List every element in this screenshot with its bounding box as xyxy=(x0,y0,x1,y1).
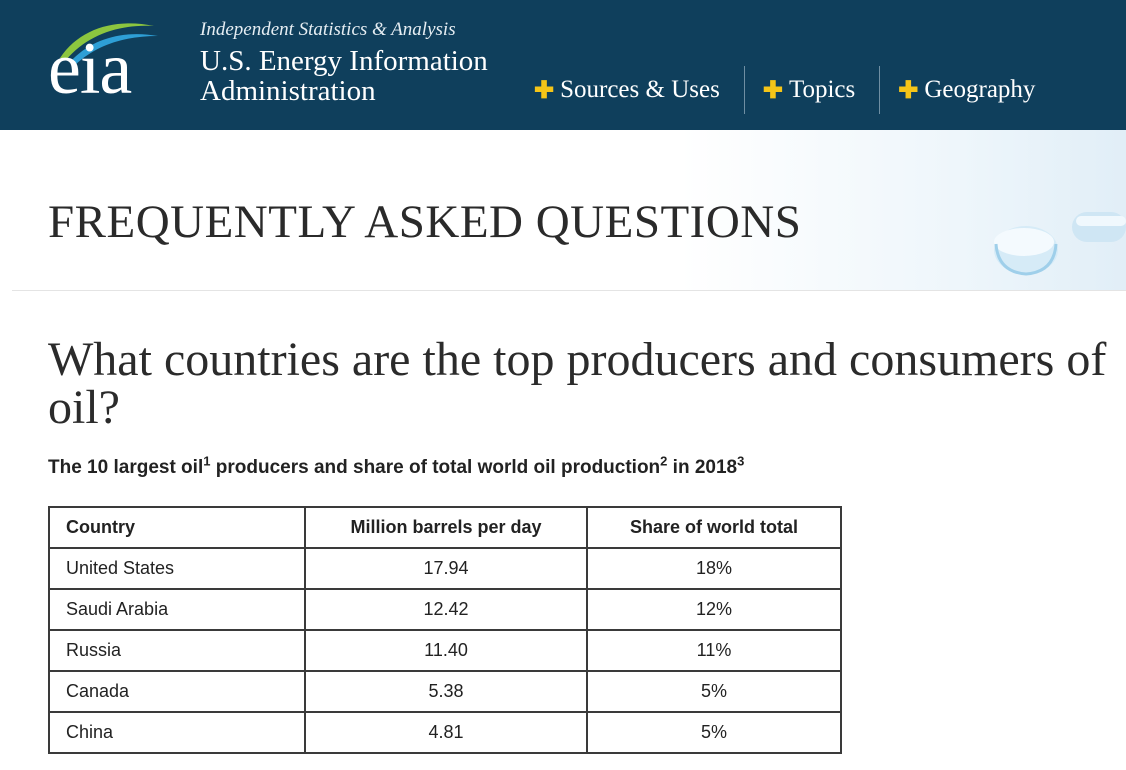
cell-country: China xyxy=(48,711,306,754)
caption-text: in 2018 xyxy=(667,457,738,478)
question-title: What countries are the top producers and… xyxy=(48,333,1107,434)
cell-share: 12% xyxy=(586,588,842,631)
cell-country: Russia xyxy=(48,629,306,672)
nav-topics[interactable]: ✚ Topics xyxy=(745,66,881,114)
footnote-ref[interactable]: 3 xyxy=(737,454,744,469)
nav-label: Sources & Uses xyxy=(560,76,720,103)
agency-name-line1: U.S. Energy Information xyxy=(200,45,488,77)
cell-country: Saudi Arabia xyxy=(48,588,306,631)
table-row: Canada 5.38 5% xyxy=(48,670,842,713)
cell-share: 18% xyxy=(586,547,842,590)
faq-banner: FREQUENTLY ASKED QUESTIONS xyxy=(12,130,1126,291)
eia-logo[interactable]: eia xyxy=(46,14,166,110)
tagline: Independent Statistics & Analysis xyxy=(200,19,456,40)
faq-banner-title: FREQUENTLY ASKED QUESTIONS xyxy=(48,196,802,248)
table-row: China 4.81 5% xyxy=(48,711,842,754)
cell-share: 11% xyxy=(586,629,842,672)
caption-text: producers and share of total world oil p… xyxy=(210,457,661,478)
column-header-barrels: Million barrels per day xyxy=(304,506,588,549)
plus-icon: ✚ xyxy=(534,76,555,104)
nav-sources-uses[interactable]: ✚ Sources & Uses xyxy=(516,66,745,114)
cell-share: 5% xyxy=(586,711,842,754)
oil-producers-table: Country Million barrels per day Share of… xyxy=(48,506,842,754)
agency-name-line2: Administration xyxy=(200,75,376,107)
cell-country: United States xyxy=(48,547,306,590)
table-row: United States 17.94 18% xyxy=(48,547,842,590)
cell-barrels: 11.40 xyxy=(304,629,588,672)
nav-label: Topics xyxy=(788,76,856,103)
brand-block: Independent Statistics & Analysis U.S. E… xyxy=(200,18,488,106)
caption-text: The 10 largest oil xyxy=(48,457,204,478)
nav-geography[interactable]: ✚ Geography xyxy=(880,66,1059,114)
nav-label: Geography xyxy=(924,76,1036,103)
cell-country: Canada xyxy=(48,670,306,713)
logo-wordmark: eia xyxy=(48,28,132,110)
cell-share: 5% xyxy=(586,670,842,713)
cell-barrels: 4.81 xyxy=(304,711,588,754)
cell-barrels: 17.94 xyxy=(304,547,588,590)
cell-barrels: 5.38 xyxy=(304,670,588,713)
decorative-pill-icon xyxy=(994,212,1126,276)
plus-icon: ✚ xyxy=(898,76,919,104)
main-nav: ✚ Sources & Uses ✚ Topics ✚ Geography xyxy=(516,66,1059,114)
site-header: eia Independent Statistics & Analysis U.… xyxy=(0,0,1126,130)
cell-barrels: 12.42 xyxy=(304,588,588,631)
table-row: Russia 11.40 11% xyxy=(48,629,842,672)
plus-icon: ✚ xyxy=(762,76,783,104)
table-header-row: Country Million barrels per day Share of… xyxy=(48,506,842,549)
column-header-country: Country xyxy=(48,506,306,549)
column-header-share: Share of world total xyxy=(586,506,842,549)
table-row: Saudi Arabia 12.42 12% xyxy=(48,588,842,631)
table-caption: The 10 largest oil1 producers and share … xyxy=(48,454,744,482)
